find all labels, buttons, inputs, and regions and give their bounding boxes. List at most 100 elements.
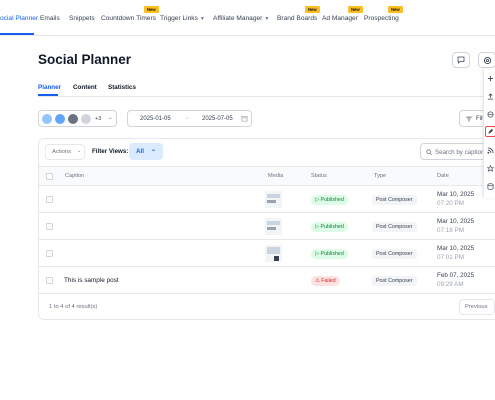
chevron-down-icon: ▼ [264,16,270,22]
avatar [81,114,91,124]
upload-button[interactable] [486,92,495,101]
column-media: Media [268,173,284,179]
rss-icon [487,147,494,154]
nav-ad-manager[interactable]: Ad Manager [322,15,358,22]
chevron-down-icon: ⌄ [108,115,113,121]
type-badge: Post Composer [372,276,417,286]
type-badge: Post Composer [372,249,417,259]
upload-icon [487,93,494,100]
row-caption: This is sample post [64,277,119,284]
pencil-icon [488,128,494,134]
chevron-down-icon: ▼ [199,16,205,22]
row-checkbox[interactable] [46,196,53,203]
type-badge: Post Composer [372,195,417,205]
row-date-day: Mar 10, 2025 [437,218,475,225]
row-date-time: 07:20 PM [437,199,464,207]
row-date-day: Feb 07, 2025 [437,272,475,279]
database-button[interactable] [486,182,495,191]
filter-views-select[interactable]: All ⌄ [129,143,163,160]
media-thumbnail[interactable] [265,191,282,208]
status-text: Published [320,197,344,203]
database-icon [487,183,494,190]
nav-trigger-links[interactable]: Trigger Links ▼ [160,15,205,22]
rss-button[interactable] [486,146,495,155]
nav-active-underline [0,33,34,35]
nav-social-planner[interactable]: ocial Planner [0,15,38,22]
row-date: Mar 10, 2025 07:01 PM [437,245,474,262]
new-badge: New [305,6,320,13]
avatar [42,114,52,124]
column-type: Type [374,173,387,179]
row-date-day: Mar 10, 2025 [437,245,475,252]
row-date-time: 09:29 AM [437,280,464,288]
chevron-down-icon: ⌄ [77,148,82,154]
previous-label: Previous [465,304,488,310]
row-date: Feb 07, 2025 09:29 AM [437,272,474,289]
table-header: Caption Media Status Type Date [39,166,495,186]
calendar-icon [241,115,248,122]
search-icon [426,149,432,155]
row-date-day: Mar 10, 2025 [437,191,475,198]
row-date: Mar 10, 2025 07:20 PM [437,191,474,208]
avatar [55,114,65,124]
previous-page-button[interactable]: Previous [459,299,495,315]
filter-views-label: Filter Views: [92,148,129,155]
nav-countdown-timers[interactable]: Countdown Timers [101,15,156,22]
status-text: Published [320,224,344,230]
nav-affiliate-manager[interactable]: Affiliate Manager ▼ [213,15,269,22]
table-row[interactable]: This is sample post ⚠ Failed Post Compos… [39,267,495,294]
add-button[interactable] [486,74,495,83]
tab-content[interactable]: Content [73,84,97,91]
actions-dropdown[interactable]: Actions ⌄ [45,144,85,160]
settings-button[interactable] [478,52,495,68]
status-text: Failed [321,278,336,284]
globe-icon [487,111,494,118]
actions-label: Actions [52,149,72,155]
table-row[interactable]: ▷ Published Post Composer Mar 10, 2025 07… [39,213,495,240]
tab-planner[interactable]: Planner [38,84,61,91]
row-date-time: 07:01 PM [437,253,464,261]
status-badge: ▷ Published [311,195,348,205]
account-selector[interactable]: +3 ⌄ [38,110,117,127]
chevron-down-icon: ⌄ [151,147,157,153]
tabs-divider [38,96,495,97]
media-thumbnail[interactable] [265,218,282,235]
nav-brand-boards[interactable]: Brand Boards [277,15,317,22]
nav-prospecting[interactable]: Prospecting [364,15,399,22]
tab-statistics[interactable]: Statistics [108,84,136,91]
new-badge: New [388,6,403,13]
row-checkbox[interactable] [46,277,53,284]
status-text: Published [320,251,344,257]
nav-snippets[interactable]: Snippets [69,15,95,22]
row-checkbox[interactable] [46,223,53,230]
search-placeholder: Search by caption [435,149,485,156]
media-thumbnail[interactable] [265,245,282,262]
posts-table-card: Actions ⌄ Filter Views: All ⌄ Search by … [38,138,495,320]
row-date: Mar 10, 2025 07:18 PM [437,218,474,235]
edit-button[interactable] [485,126,495,137]
date-range-picker[interactable]: 2025-01-05 → 2025-07-05 [127,110,252,127]
pagination-summary: 1 to 4 of 4 result(s) [49,304,98,310]
plus-icon [487,75,494,82]
new-badge: New [144,6,159,13]
nav-emails[interactable]: Emails [40,15,60,22]
select-all-checkbox[interactable] [46,173,53,180]
date-start: 2025-01-05 [140,116,171,122]
chat-button[interactable] [452,52,470,68]
page-title: Social Planner [38,52,132,67]
favorites-button[interactable] [486,164,495,173]
status-badge: ⚠ Failed [311,276,340,286]
column-date: Date [437,173,449,179]
type-badge: Post Composer [372,222,417,232]
status-badge: ▷ Published [311,222,348,232]
nav-trigger-links-label: Trigger Links [160,15,198,22]
globe-button[interactable] [486,110,495,119]
date-end: 2025-07-05 [202,116,233,122]
table-row[interactable]: ▷ Published Post Composer Mar 10, 2025 07… [39,186,495,213]
table-row[interactable]: ▷ Published Post Composer Mar 10, 2025 07… [39,240,495,267]
column-status: Status [311,173,327,179]
avatar [68,114,78,124]
column-caption: Caption [65,173,85,179]
row-checkbox[interactable] [46,250,53,257]
nav-affiliate-manager-label: Affiliate Manager [213,15,263,22]
